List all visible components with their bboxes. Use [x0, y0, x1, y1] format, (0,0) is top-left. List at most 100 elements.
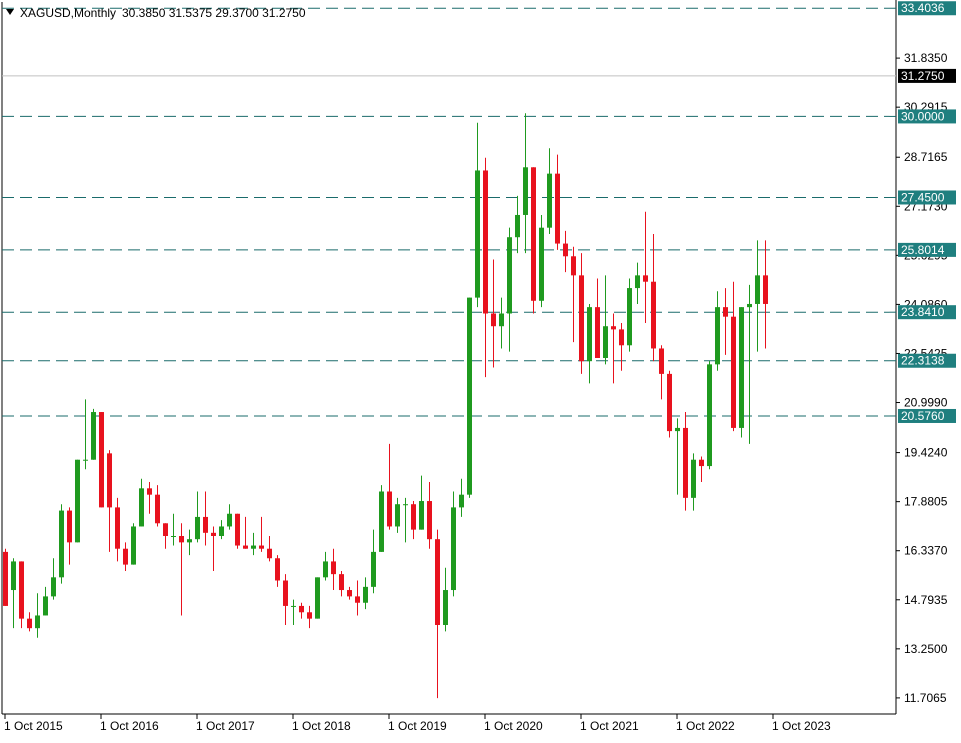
candle-body — [523, 167, 528, 215]
candle-body — [763, 275, 768, 304]
y-tick-label: 20.9990 — [904, 396, 948, 410]
level-label-text: 27.4500 — [901, 190, 945, 204]
candle-body — [611, 326, 616, 330]
candle-body — [3, 551, 8, 606]
candle-body — [299, 605, 304, 613]
symbol-timeframe: XAGUSD,Monthly — [20, 6, 116, 20]
candle-body — [499, 313, 504, 327]
candle-body — [387, 491, 392, 527]
candle-body — [283, 580, 288, 606]
candle-body — [187, 539, 192, 543]
x-tick-label: 1 Oct 2020 — [484, 719, 543, 733]
level-label-5: 22.3138 — [898, 353, 956, 368]
candle-body — [603, 326, 608, 358]
candle-47 — [379, 485, 384, 552]
y-tick-label: 11.7065 — [904, 691, 947, 705]
y-tick-label: 14.7935 — [904, 593, 948, 607]
candle-body — [139, 488, 144, 527]
candle-body — [459, 494, 464, 508]
candle-11 — [91, 408, 96, 460]
candle-body — [411, 504, 416, 530]
candle-0 — [3, 548, 8, 606]
candle-body — [539, 227, 544, 301]
candle-body — [131, 526, 136, 565]
candle-body — [363, 586, 368, 603]
candle-body — [347, 590, 352, 597]
level-label-text: 22.3138 — [901, 354, 945, 368]
candle-body — [475, 170, 480, 298]
x-tick-label: 1 Oct 2015 — [4, 719, 63, 733]
candle-body — [35, 615, 40, 629]
candle-body — [379, 491, 384, 552]
candle-body — [19, 561, 24, 619]
candlestick-chart: 31.835030.291528.716527.173025.629524.08… — [0, 0, 961, 738]
candle-29 — [235, 513, 240, 549]
candle-body — [403, 504, 408, 506]
candle-body — [755, 275, 760, 304]
level-label-2: 27.4500 — [898, 190, 956, 205]
candle-9 — [75, 459, 80, 543]
candle-body — [115, 507, 120, 549]
candle-body — [67, 510, 72, 543]
candle-body — [467, 297, 472, 495]
candle-body — [579, 275, 584, 362]
candle-body — [739, 307, 744, 428]
y-tick-label: 28.7165 — [904, 150, 948, 164]
level-label-text: 20.5760 — [901, 409, 945, 423]
candle-body — [427, 501, 432, 540]
chart-header: XAGUSD,Monthly 30.3850 31.5375 29.3700 3… — [6, 6, 306, 20]
candle-2 — [19, 561, 24, 629]
candle-body — [619, 329, 624, 346]
candle-body — [91, 412, 96, 460]
candle-body — [691, 459, 696, 498]
candle-body — [219, 526, 224, 536]
candle-body — [171, 536, 176, 537]
candle-body — [587, 307, 592, 362]
level-label-0: 33.4036 — [898, 1, 956, 16]
candle-body — [307, 612, 312, 619]
candle-body — [211, 532, 216, 536]
candle-body — [419, 501, 424, 530]
level-label-text: 30.0000 — [901, 109, 945, 123]
candle-body — [547, 173, 552, 228]
x-tick-label: 1 Oct 2019 — [388, 719, 447, 733]
candle-body — [339, 574, 344, 591]
candle-body — [699, 459, 704, 467]
candle-body — [531, 167, 536, 301]
candle-83 — [667, 370, 672, 438]
candle-body — [627, 288, 632, 346]
candle-body — [203, 516, 208, 533]
level-label-4: 23.8410 — [898, 305, 956, 320]
candle-body — [451, 507, 456, 591]
candle-66 — [531, 167, 536, 314]
candle-body — [75, 459, 80, 543]
candle-92 — [739, 307, 744, 438]
candle-58 — [467, 297, 472, 498]
candle-body — [315, 577, 320, 619]
candle-body — [107, 453, 112, 508]
x-tick-label: 1 Oct 2018 — [292, 719, 351, 733]
level-label-text: 33.4036 — [901, 1, 945, 15]
candle-88 — [707, 361, 712, 470]
level-label-3: 25.8014 — [898, 242, 956, 257]
level-label-6: 20.5760 — [898, 408, 956, 423]
candle-body — [563, 243, 568, 257]
candle-body — [483, 170, 488, 314]
candle-body — [595, 307, 600, 358]
candle-body — [11, 561, 16, 591]
candle-body — [747, 303, 752, 308]
current-price-label: 31.2750 — [898, 68, 956, 83]
candle-7 — [59, 504, 64, 584]
candle-body — [675, 427, 680, 432]
candle-body — [323, 561, 328, 578]
candle-78 — [627, 278, 632, 352]
current-price-label-text: 31.2750 — [901, 69, 945, 83]
chart-window: 31.835030.291528.716527.173025.629524.08… — [0, 0, 961, 738]
y-tick-label: 19.4240 — [904, 446, 948, 460]
candle-body — [243, 545, 248, 549]
ohlc-values: 30.3850 31.5375 29.3700 31.2750 — [122, 6, 306, 20]
candle-body — [683, 427, 688, 498]
x-tick-label: 1 Oct 2017 — [196, 719, 255, 733]
candle-body — [291, 605, 296, 607]
candle-body — [667, 373, 672, 432]
